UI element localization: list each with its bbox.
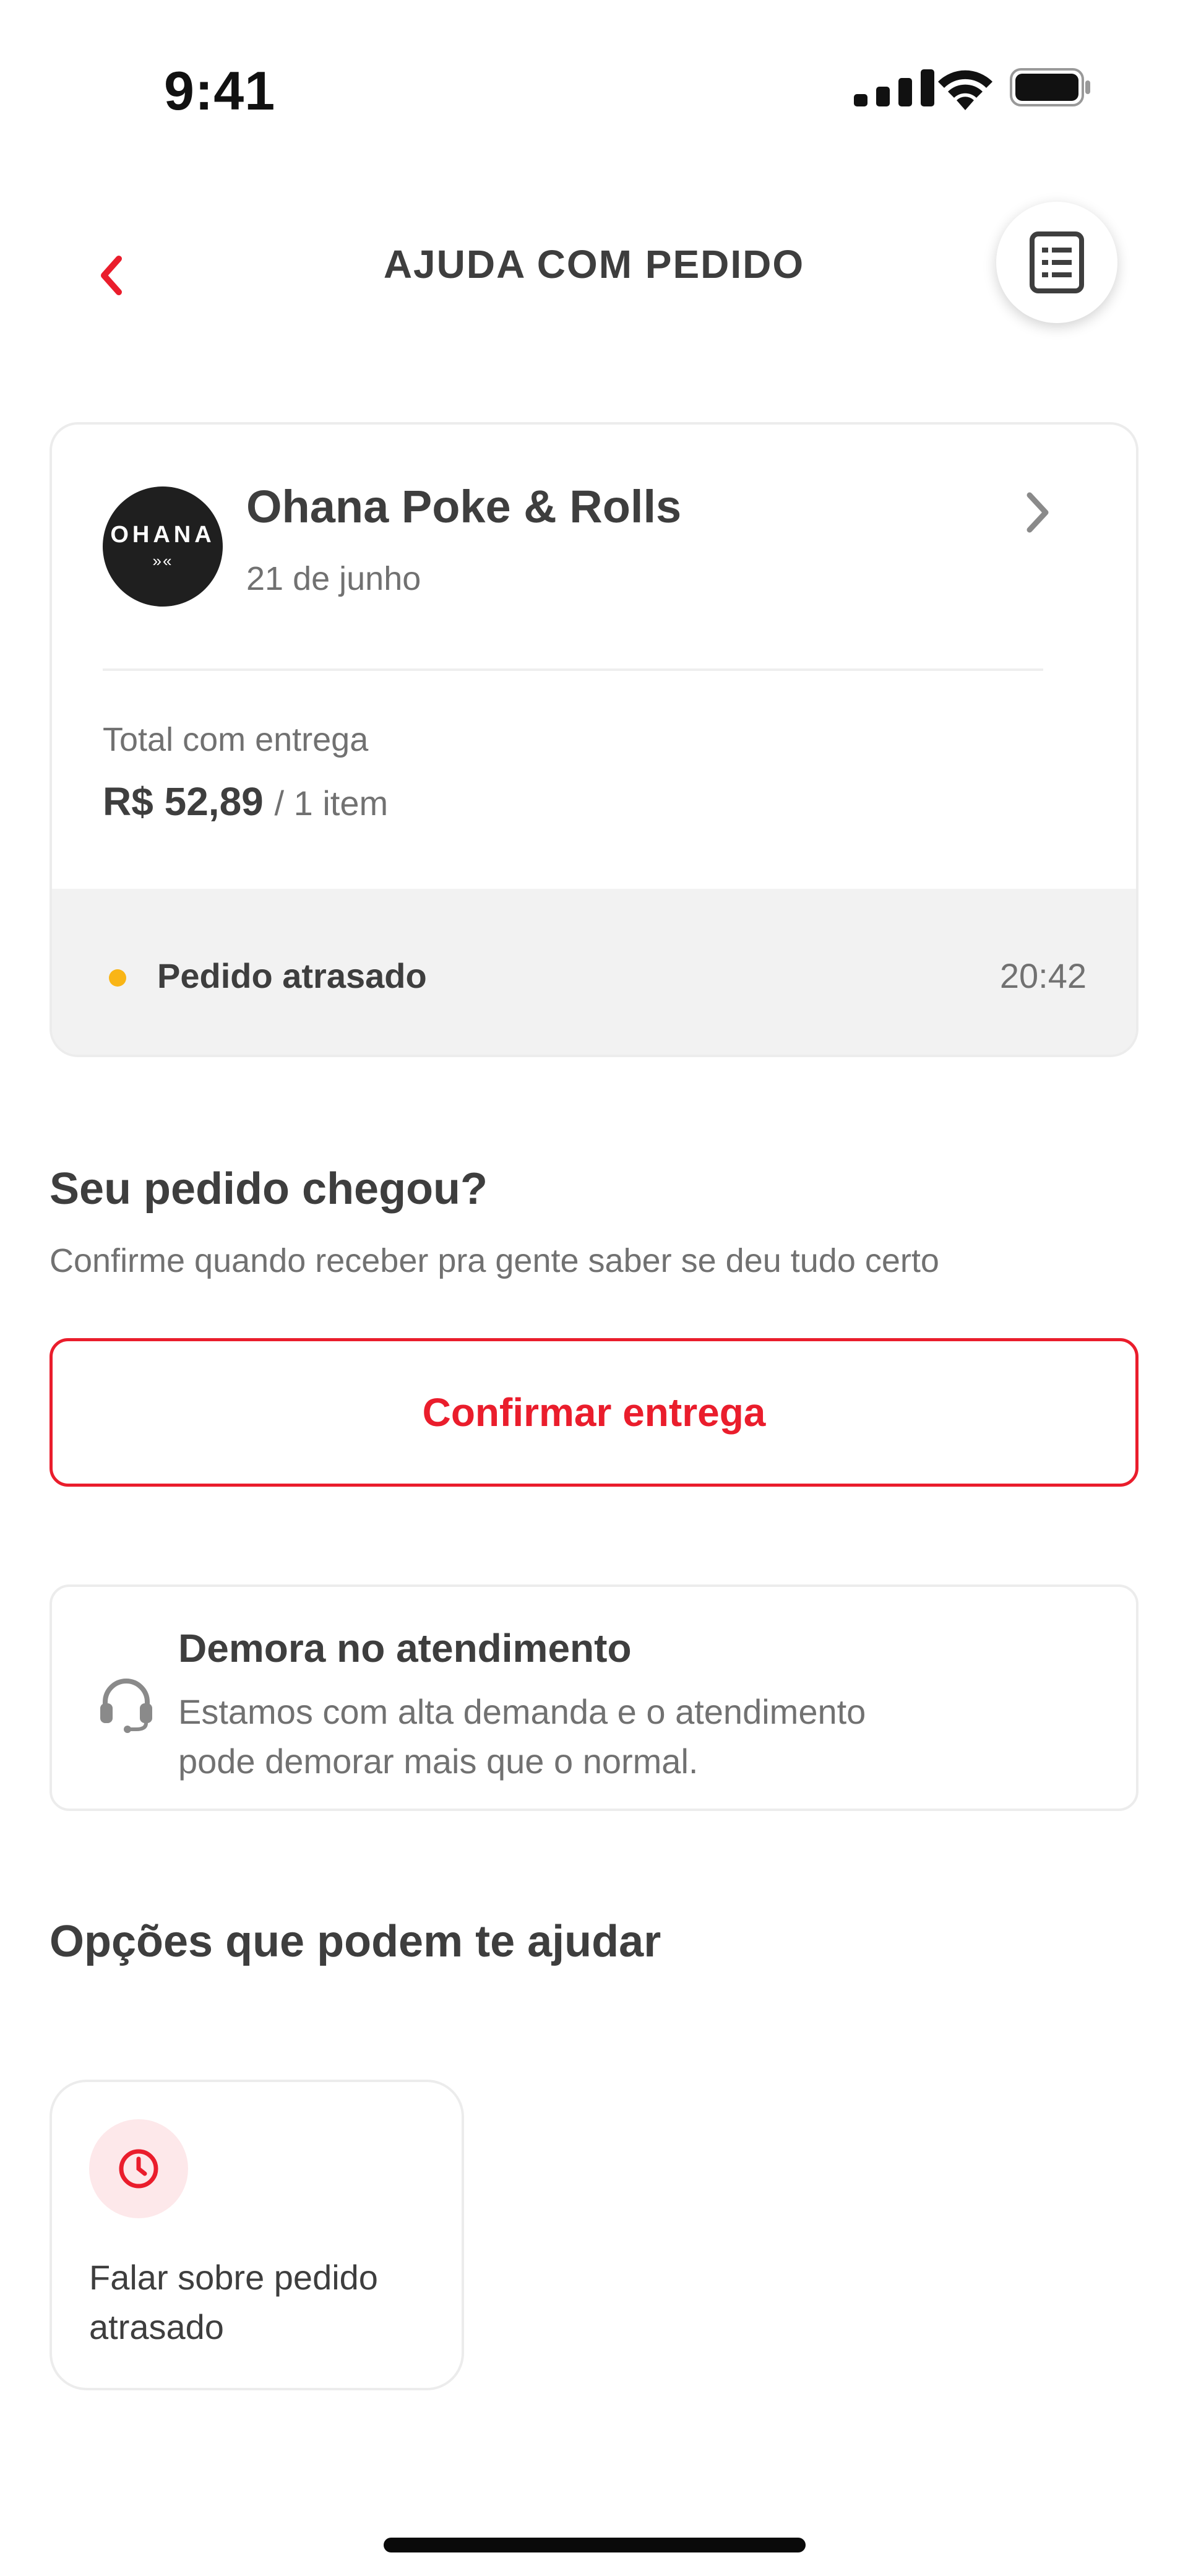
order-date: 21 de junho bbox=[246, 560, 421, 597]
total-amount: R$ 52,89 bbox=[103, 779, 264, 824]
notice-body: Estamos com alta demanda e o atendimento… bbox=[178, 1692, 866, 1781]
status-bar-time: 9:41 bbox=[164, 60, 276, 121]
home-indicator[interactable] bbox=[384, 2538, 806, 2552]
battery-icon bbox=[1010, 68, 1090, 106]
total-label: Total com entrega bbox=[103, 721, 369, 758]
order-status: Pedido atrasado bbox=[157, 956, 427, 995]
restaurant-logo: OHANA »« bbox=[103, 486, 223, 607]
headset-icon bbox=[100, 1679, 152, 1733]
wifi-icon bbox=[938, 70, 992, 110]
arrived-heading: Seu pedido chegou? bbox=[50, 1164, 488, 1214]
item-count: / 1 item bbox=[274, 784, 389, 823]
arrived-subtitle: Confirme quando receber pra gente saber … bbox=[50, 1242, 939, 1279]
receipt-icon bbox=[1030, 231, 1084, 293]
total-value: R$ 52,89 / 1 item bbox=[103, 779, 388, 824]
delay-notice: Demora no atendimento Estamos com alta d… bbox=[50, 1584, 1138, 1811]
status-dot-icon bbox=[109, 969, 126, 987]
chevron-right-icon[interactable] bbox=[1021, 486, 1056, 538]
option-icon-wrap bbox=[89, 2119, 188, 2218]
clock-icon bbox=[119, 2149, 158, 2189]
restaurant-name: Ohana Poke & Rolls bbox=[246, 481, 682, 532]
options-heading: Opções que podem te ajudar bbox=[50, 1917, 661, 1966]
status-time: 20:42 bbox=[999, 956, 1087, 995]
option-late-order[interactable]: Falar sobre pedido atrasado bbox=[50, 2080, 464, 2390]
cellular-signal-icon bbox=[854, 69, 934, 106]
logo-arrows-icon: »« bbox=[152, 551, 173, 570]
restaurant-logo-text: OHANA bbox=[110, 521, 215, 548]
receipt-button[interactable] bbox=[996, 202, 1117, 323]
notice-title: Demora no atendimento bbox=[178, 1626, 632, 1671]
confirm-delivery-button[interactable]: Confirmar entrega bbox=[50, 1338, 1138, 1487]
order-card[interactable]: OHANA »« Ohana Poke & Rolls 21 de junho … bbox=[50, 422, 1138, 1057]
option-label: Falar sobre pedido atrasado bbox=[89, 2258, 378, 2346]
divider bbox=[103, 668, 1043, 671]
